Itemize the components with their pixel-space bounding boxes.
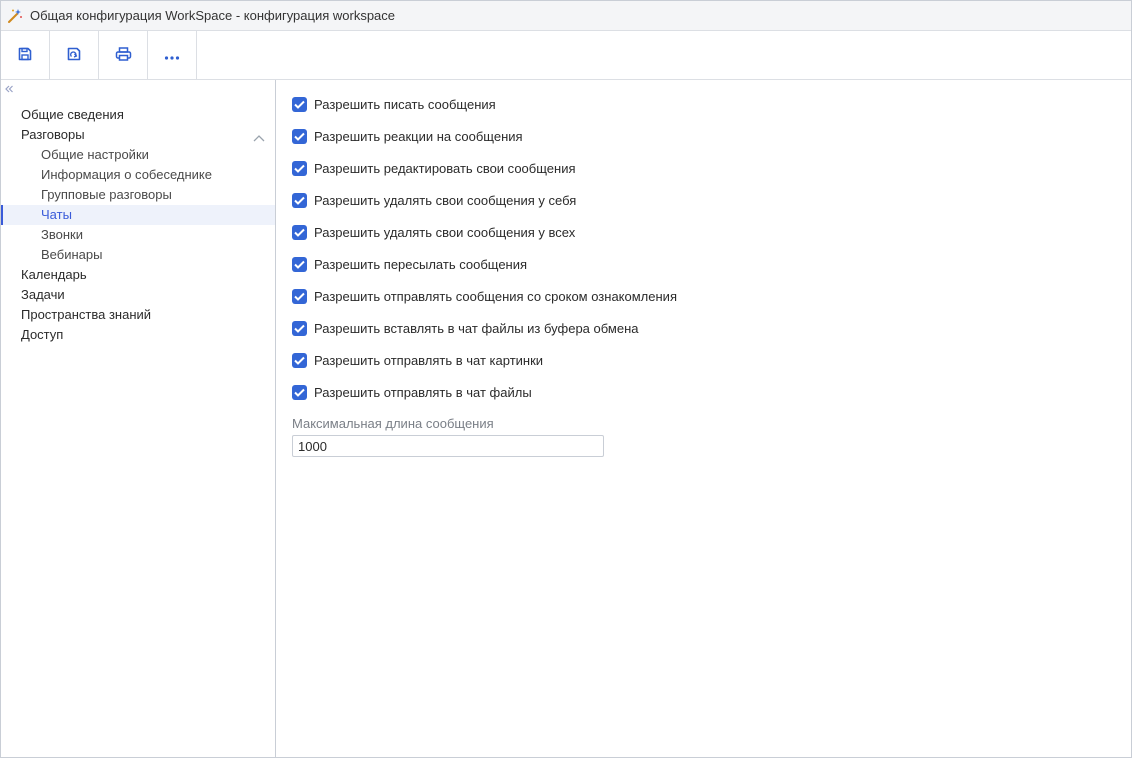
sidebar-item-interlocutor-info[interactable]: Информация о собеседнике [1, 165, 275, 185]
checkbox-checked-icon[interactable] [292, 352, 307, 368]
sidebar-item-calendar[interactable]: Календарь [1, 265, 275, 285]
checkbox-label: Разрешить писать сообщения [314, 96, 496, 112]
checkbox-allow-files[interactable]: Разрешить отправлять в чат файлы [292, 383, 532, 401]
sidebar-item-calls[interactable]: Звонки [1, 225, 275, 245]
sidebar-item-label: Групповые разговоры [41, 187, 172, 202]
chevron-up-icon[interactable] [253, 130, 265, 142]
sidebar-item-label: Общие настройки [41, 147, 149, 162]
checkbox-checked-icon[interactable] [292, 320, 307, 336]
sidebar-item-label: Вебинары [41, 247, 103, 262]
sidebar-item-label: Чаты [41, 207, 72, 222]
settings-panel: Разрешить писать сообщения Разрешить реа… [276, 80, 1131, 757]
checkbox-label: Разрешить отправлять в чат картинки [314, 352, 544, 368]
checkbox-checked-icon[interactable] [292, 96, 307, 112]
sidebar-item-label: Задачи [21, 287, 65, 302]
sidebar-item-webinars[interactable]: Вебинары [1, 245, 275, 265]
toolbar [1, 31, 1131, 80]
checkbox-label: Разрешить удалять свои сообщения у себя [314, 192, 577, 208]
more-button[interactable] [148, 31, 197, 79]
sidebar-item-general-settings[interactable]: Общие настройки [1, 145, 275, 165]
checkbox-checked-icon[interactable] [292, 288, 307, 304]
checkbox-checked-icon[interactable] [292, 192, 307, 208]
checkbox-checked-icon[interactable] [292, 160, 307, 176]
sidebar-item-conversations[interactable]: Разговоры [1, 125, 275, 145]
checkbox-checked-icon[interactable] [292, 256, 307, 272]
checkbox-allow-deadline-messages[interactable]: Разрешить отправлять сообщения со сроком… [292, 287, 677, 305]
checkbox-allow-reactions[interactable]: Разрешить реакции на сообщения [292, 127, 523, 145]
sidebar-item-group-conversations[interactable]: Групповые разговоры [1, 185, 275, 205]
checkbox-label: Разрешить редактировать свои сообщения [314, 160, 576, 176]
save-refresh-icon [66, 46, 82, 65]
sidebar-item-knowledge-spaces[interactable]: Пространства знаний [1, 305, 275, 325]
sidebar-nav: Общие сведения Разговоры Общие настройки… [1, 105, 275, 345]
checkbox-allow-write[interactable]: Разрешить писать сообщения [292, 95, 496, 113]
print-button[interactable] [99, 31, 148, 79]
sidebar-item-access[interactable]: Доступ [1, 325, 275, 345]
sidebar-item-chats[interactable]: Чаты [1, 205, 275, 225]
window-title: Общая конфигурация WorkSpace - конфигура… [30, 8, 396, 23]
checkbox-checked-icon[interactable] [292, 128, 307, 144]
checkbox-label: Разрешить реакции на сообщения [314, 128, 523, 144]
checkbox-checked-icon[interactable] [292, 384, 307, 400]
checkbox-allow-forward[interactable]: Разрешить пересылать сообщения [292, 255, 527, 273]
sidebar-item-label: Информация о собеседнике [41, 167, 212, 182]
sidebar: Общие сведения Разговоры Общие настройки… [1, 80, 276, 757]
checkbox-allow-delete-self[interactable]: Разрешить удалять свои сообщения у себя [292, 191, 576, 209]
checkbox-label: Разрешить отправлять сообщения со сроком… [314, 288, 677, 304]
config-window: Общая конфигурация WorkSpace - конфигура… [0, 0, 1132, 758]
save-button[interactable] [1, 31, 50, 79]
checkbox-label: Разрешить удалять свои сообщения у всех [314, 224, 576, 240]
checkbox-allow-images[interactable]: Разрешить отправлять в чат картинки [292, 351, 543, 369]
sidebar-item-label: Пространства знаний [21, 307, 152, 322]
checkbox-label: Разрешить пересылать сообщения [314, 256, 528, 272]
sidebar-item-label: Звонки [41, 227, 83, 242]
sidebar-item-label: Доступ [21, 327, 64, 342]
checkbox-allow-delete-all[interactable]: Разрешить удалять свои сообщения у всех [292, 223, 575, 241]
sidebar-item-tasks[interactable]: Задачи [1, 285, 275, 305]
max-length-input[interactable] [292, 435, 604, 457]
sidebar-item-label: Календарь [21, 267, 87, 282]
collapse-sidebar-icon[interactable] [4, 82, 14, 93]
checkbox-allow-edit[interactable]: Разрешить редактировать свои сообщения [292, 159, 576, 177]
save-icon [17, 46, 33, 65]
checkbox-checked-icon[interactable] [292, 224, 307, 240]
more-icon [164, 48, 180, 63]
sidebar-item-general-info[interactable]: Общие сведения [1, 105, 275, 125]
checkbox-label: Разрешить отправлять в чат файлы [314, 384, 532, 400]
title-bar: Общая конфигурация WorkSpace - конфигура… [1, 1, 1131, 31]
checkbox-allow-paste-files[interactable]: Разрешить вставлять в чат файлы из буфер… [292, 319, 639, 337]
print-icon [115, 46, 132, 65]
sidebar-item-label: Разговоры [21, 127, 85, 142]
max-length-label: Максимальная длина сообщения [292, 416, 494, 431]
save-and-refresh-button[interactable] [50, 31, 99, 79]
magic-wand-icon [7, 8, 23, 24]
checkbox-label: Разрешить вставлять в чат файлы из буфер… [314, 320, 639, 336]
sidebar-item-label: Общие сведения [21, 107, 124, 122]
